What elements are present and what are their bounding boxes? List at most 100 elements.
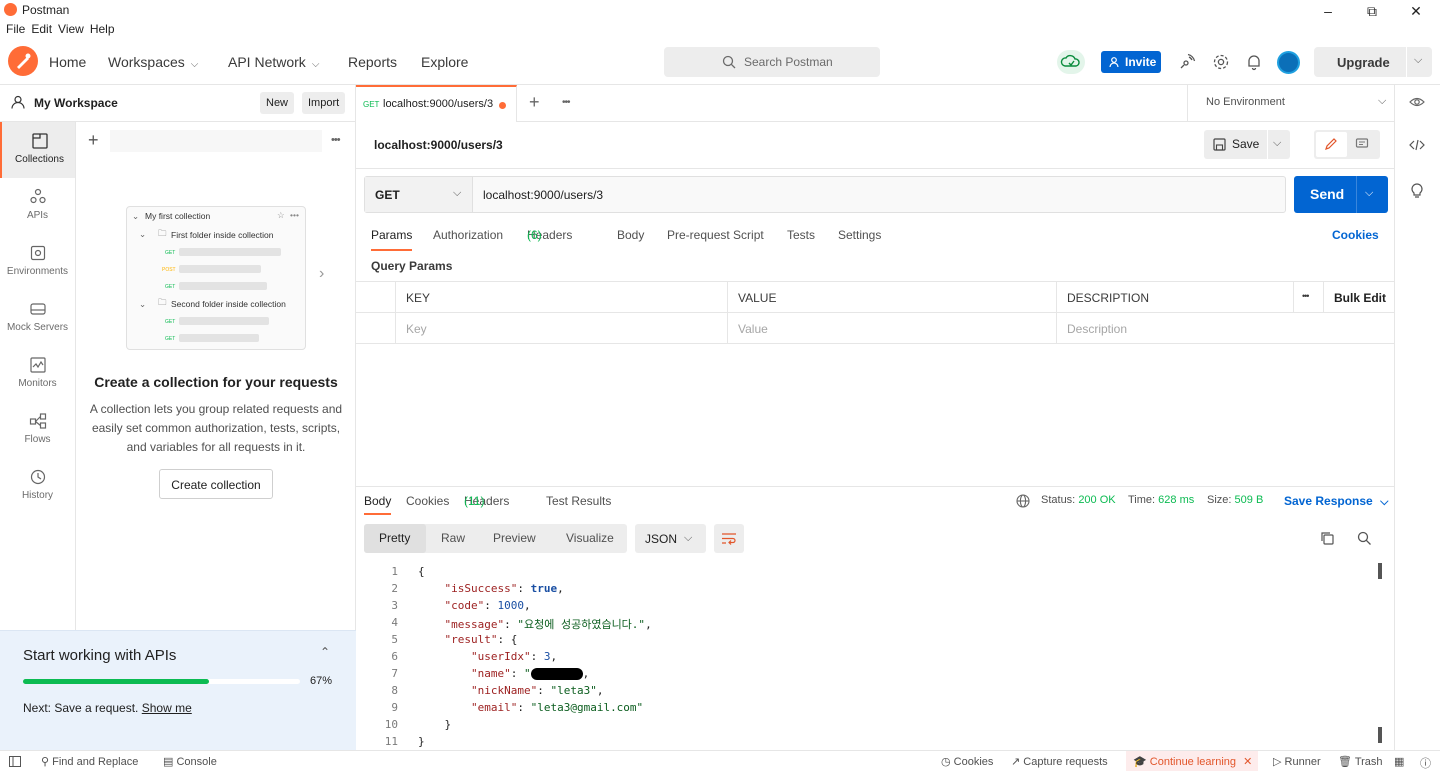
url-input[interactable]: localhost:9000/users/3 [483, 188, 603, 202]
key-input[interactable]: Key [395, 313, 727, 344]
nav-home[interactable]: Home [49, 54, 86, 70]
save-response-button[interactable]: Save Response ⌵ [1284, 494, 1388, 509]
postman-logo[interactable] [8, 46, 38, 76]
value-input[interactable]: Value [727, 313, 1056, 344]
chevron-right-icon[interactable]: › [319, 265, 324, 283]
table-more-icon[interactable]: ••• [1293, 282, 1323, 313]
nav-api-network[interactable]: API Network ⌵ [228, 54, 319, 70]
globe-icon[interactable] [1016, 494, 1030, 508]
new-button[interactable]: New [260, 92, 295, 114]
environment-select[interactable]: No Environment ⌵ [1187, 85, 1394, 122]
invite-button[interactable]: Invite [1101, 51, 1161, 73]
sync-status-icon[interactable] [1057, 50, 1085, 74]
restore-icon[interactable]: ⧉ [1350, 0, 1394, 22]
menu-help[interactable]: Help [84, 22, 115, 36]
nav-explore[interactable]: Explore [421, 54, 468, 70]
response-body-viewer[interactable]: 1 {2 "isSuccess": true, 3 "code": 1000, 4 "… [364, 562, 1384, 750]
save-button[interactable]: Save ⌵ [1204, 130, 1290, 159]
cookies-button[interactable]: ◷ Cookies [941, 755, 993, 768]
tab-authorization[interactable]: Authorization [433, 228, 503, 242]
menu-view[interactable]: View [52, 22, 84, 36]
lightbulb-icon[interactable] [1410, 182, 1424, 198]
search-box[interactable]: Search Postman [664, 47, 880, 77]
method-select[interactable]: GET ⌵ [365, 177, 473, 212]
find-replace-button[interactable]: ⚲ Find and Replace [41, 755, 138, 768]
format-raw[interactable]: Raw [441, 531, 465, 545]
import-button[interactable]: Import [302, 92, 346, 114]
time-info[interactable]: Time: 628 ms [1128, 494, 1194, 506]
request-name[interactable]: localhost:9000/users/3 [374, 138, 503, 152]
sidebar-item-environments[interactable]: Environments [0, 234, 75, 290]
response-tab-test-results[interactable]: Test Results [546, 494, 611, 508]
upgrade-button[interactable]: Upgrade ⌵ [1314, 47, 1432, 77]
eye-icon[interactable] [1409, 95, 1425, 109]
description-input[interactable]: Description [1056, 313, 1394, 344]
avatar[interactable] [1277, 51, 1300, 74]
capture-requests-button[interactable]: ↗ Capture requests [1011, 755, 1108, 768]
tab-pre-request-script[interactable]: Pre-request Script [667, 228, 764, 242]
more-options-icon[interactable]: ••• [331, 134, 341, 146]
create-collection-button[interactable]: Create collection [159, 469, 273, 499]
menu-file[interactable]: File [0, 22, 25, 36]
nav-workspaces[interactable]: Workspaces ⌵ [108, 54, 198, 70]
response-tab-cookies[interactable]: Cookies [406, 494, 449, 508]
nav-reports[interactable]: Reports [348, 54, 397, 70]
cookies-link[interactable]: Cookies [1332, 228, 1379, 242]
request-tab[interactable]: GET localhost:9000/users/3 [356, 85, 517, 122]
gear-icon[interactable] [1212, 53, 1230, 71]
more-tabs-icon[interactable]: ••• [562, 97, 570, 108]
workspace-name[interactable]: My Workspace [34, 96, 118, 110]
status-info[interactable]: Status: 200 OK [1041, 494, 1116, 506]
trash-button[interactable]: 🗑 Trash [1338, 755, 1383, 768]
copy-icon[interactable] [1320, 531, 1335, 546]
layout-icon[interactable]: ▦ [1394, 755, 1404, 768]
sidebar-toggle-icon[interactable] [9, 756, 21, 767]
add-collection-icon[interactable]: + [88, 130, 99, 151]
scrollbar[interactable] [1378, 727, 1382, 743]
more-icon: ••• [290, 210, 299, 220]
wrap-lines-button[interactable] [714, 524, 744, 553]
send-button[interactable]: Send ⌵ [1294, 176, 1388, 213]
tab-tests[interactable]: Tests [787, 228, 815, 242]
chevron-down-icon[interactable]: ⌵ [1414, 54, 1422, 67]
format-visualize[interactable]: Visualize [566, 531, 614, 545]
chevron-down-icon[interactable]: ⌵ [1365, 187, 1373, 200]
sidebar-item-apis[interactable]: APIs [0, 178, 75, 234]
search-icon[interactable] [1357, 531, 1372, 546]
sidebar-item-flows[interactable]: Flows [0, 402, 75, 458]
sidebar-item-monitors[interactable]: Monitors [0, 346, 75, 402]
sidebar-item-collections[interactable]: Collections [0, 122, 75, 178]
tab-body[interactable]: Body [617, 228, 644, 242]
close-window-icon[interactable]: ✕ [1394, 0, 1438, 22]
format-pretty[interactable]: Pretty [379, 531, 410, 545]
minimize-icon[interactable]: – [1306, 0, 1350, 22]
bulk-edit-button[interactable]: Bulk Edit [1323, 282, 1394, 313]
tab-settings[interactable]: Settings [838, 228, 881, 242]
show-me-link[interactable]: Show me [142, 701, 192, 715]
view-mode-toggle[interactable] [1314, 130, 1380, 159]
sidebar-item-mock-servers[interactable]: Mock Servers [0, 290, 75, 346]
response-tab-body[interactable]: Body [364, 494, 392, 515]
chevron-down-icon[interactable]: ⌵ [1273, 137, 1281, 150]
console-button[interactable]: ▤ Console [163, 755, 217, 768]
new-tab-icon[interactable]: + [529, 92, 540, 113]
pencil-icon[interactable] [1324, 137, 1338, 151]
scrollbar[interactable] [1378, 563, 1382, 579]
language-select[interactable]: JSON ⌵ [635, 524, 706, 553]
continue-learning-button[interactable]: 🎓 Continue learning ✕ [1133, 755, 1252, 768]
size-info[interactable]: Size: 509 B [1207, 494, 1263, 506]
close-icon[interactable]: ✕ [1243, 756, 1252, 768]
tab-params[interactable]: Params [371, 228, 413, 251]
bell-icon[interactable] [1245, 53, 1263, 71]
help-icon[interactable]: ⓘ [1420, 755, 1431, 771]
collections-icon [32, 133, 48, 149]
format-preview[interactable]: Preview [493, 531, 536, 545]
filter-input[interactable] [110, 130, 322, 152]
chevron-up-icon[interactable]: ⌃ [320, 645, 330, 659]
sidebar-item-history[interactable]: History [0, 458, 75, 514]
satellite-icon[interactable] [1178, 53, 1196, 71]
code-icon[interactable] [1409, 138, 1425, 152]
comment-icon[interactable] [1355, 137, 1369, 151]
menu-edit[interactable]: Edit [25, 22, 52, 36]
runner-button[interactable]: ▷ Runner [1273, 755, 1321, 768]
